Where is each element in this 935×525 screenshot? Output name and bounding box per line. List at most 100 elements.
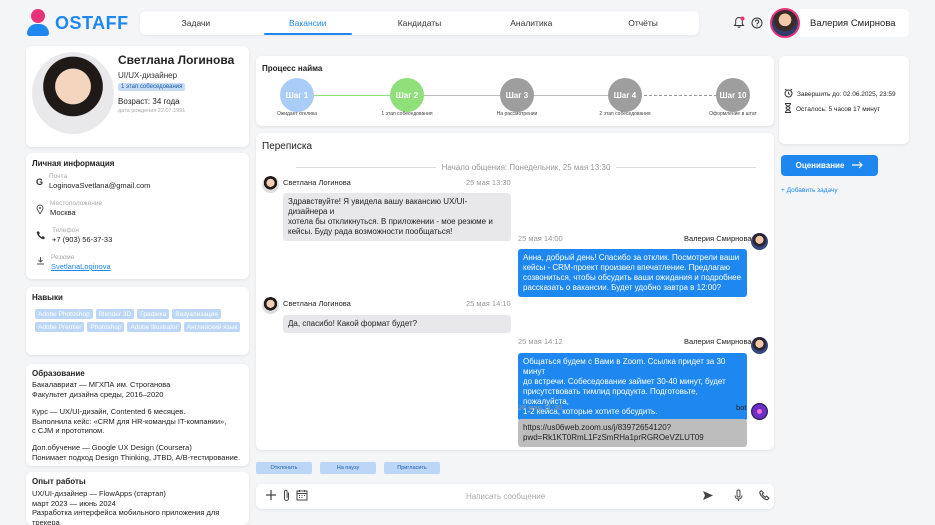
education-degree: Бакалавриат — МГХПА им. Строганова Факул… <box>32 380 171 399</box>
step-3[interactable]: Шаг 3 <box>500 78 534 112</box>
resume-link[interactable]: SvetlanaLoginova <box>51 262 111 271</box>
plus-icon: + <box>781 187 785 194</box>
sender-avatar <box>262 176 279 193</box>
candidate-photo <box>32 52 114 134</box>
bell-icon[interactable] <box>733 16 745 29</box>
education-course: Курс — UX/UI-дизайн, Contented 6 месяцев… <box>32 407 227 435</box>
arrow-right-icon <box>852 161 864 171</box>
invite-button[interactable]: Пригласить <box>384 462 440 474</box>
skill-chip: Blender 3D <box>95 309 135 319</box>
candidate-age: Возраст: 34 года <box>118 97 180 106</box>
add-task-label: Добавить задачу <box>786 187 838 194</box>
header-icons <box>733 16 763 29</box>
chat-start-text: Начало общения: Понедельник, 25 мая 13:3… <box>441 163 611 172</box>
bot-avatar <box>751 403 768 420</box>
message-sender: Валерия Смирнова <box>684 337 752 346</box>
phone-icon <box>36 230 46 244</box>
microphone-icon[interactable] <box>734 489 743 504</box>
process-line <box>534 95 610 96</box>
stage-badge: 1 этап собеседования <box>118 83 186 91</box>
candidate-card: Светлана Логинова UI/UX-дизайнер 1 этап … <box>26 46 249 147</box>
process-title: Процесс найма <box>262 64 323 73</box>
tab-vacancies[interactable]: Вакансии <box>252 11 364 35</box>
user-avatar <box>770 8 800 38</box>
education-title: Образование <box>32 369 85 378</box>
chat-card: Переписка Начало общения: Понедельник, 2… <box>256 133 774 450</box>
message-sender: Светлана Логинова <box>283 178 351 187</box>
process-line <box>644 95 720 96</box>
app-logo[interactable]: OSTAFF <box>27 9 129 37</box>
step-caption: Оформление в штат <box>709 111 757 117</box>
pause-button[interactable]: На паузу <box>320 462 376 474</box>
step-2[interactable]: Шаг 2 <box>390 78 424 112</box>
work-text: UX/UI-дизайнер — FlowApps (стартап) март… <box>32 489 220 525</box>
message-sender: Валерия Смирнова <box>684 234 752 243</box>
hourglass-icon <box>784 103 792 115</box>
alarm-clock-icon <box>784 88 793 100</box>
deadline-left: Осталось: 5 часов 17 минут <box>796 105 881 113</box>
user-menu[interactable]: Валерия Смирнова <box>768 8 909 38</box>
message-time: 25 мая 14:12 <box>518 337 563 346</box>
add-task-link[interactable]: + Добавить задачу <box>781 187 838 194</box>
reject-button[interactable]: Отклонить <box>256 462 312 474</box>
tab-candidates[interactable]: Кандидаты <box>364 11 476 35</box>
tab-reports[interactable]: Отчёты <box>587 11 699 35</box>
phone-value[interactable]: +7 (903) 56-37-33 <box>52 235 112 244</box>
logo-icon <box>27 9 51 37</box>
skill-chip: Adobe Photoshop <box>35 309 93 319</box>
message-sender: bot <box>736 403 747 412</box>
step-1[interactable]: Шаг 1 <box>280 78 314 112</box>
message-bubble: Анна, добрый день! Спасибо за отклик. По… <box>518 249 747 297</box>
location-label: Местоположение <box>50 200 103 207</box>
skill-chip: Photoshop <box>87 322 125 332</box>
skill-chip: Графика <box>137 309 170 319</box>
work-title: Опыт работы <box>32 477 86 486</box>
skill-chip: Визуализация <box>172 309 221 319</box>
message-composer: Написать сообщение <box>256 484 774 509</box>
education-card: Образование Бакалавриат — МГХПА им. Стро… <box>26 364 249 466</box>
step-10[interactable]: Шаг 10 <box>716 78 750 112</box>
message-time: 25 мая 13:30 <box>466 178 511 187</box>
step-4[interactable]: Шаг 4 <box>608 78 642 112</box>
message-time: 25 мая 14:10 <box>466 299 511 308</box>
skills-card: Навыки Adobe Photoshop Blender 3D График… <box>26 287 249 355</box>
deadline-card: Завершить до: 02.06.2025, 23:59 Осталось… <box>779 56 909 144</box>
app-name: OSTAFF <box>55 12 129 33</box>
step-caption: 2 этап собеседования <box>599 111 651 117</box>
message-time: 26 мая 11:30 <box>518 403 563 412</box>
process-line <box>424 95 500 96</box>
education-extra: Доп.обучение — Google UX Design (Courser… <box>32 443 241 462</box>
personal-info-card: Личная информация G Почта LoginovaSvetla… <box>26 153 249 279</box>
message-input[interactable]: Написать сообщение <box>466 492 545 501</box>
help-icon[interactable] <box>751 17 763 29</box>
email-value[interactable]: LoginovaSvetlana@gmail.com <box>49 181 150 190</box>
phone-call-icon[interactable] <box>759 489 770 503</box>
step-caption: 1 этап собеседования <box>381 111 433 117</box>
plus-icon[interactable] <box>265 489 277 503</box>
process-line <box>314 95 390 96</box>
evaluate-label: Оценивание <box>795 161 845 170</box>
sender-avatar <box>751 337 768 354</box>
hiring-process-card: Процесс найма Шаг 1 Шаг 2 Шаг 3 Шаг 4 Ша… <box>256 56 774 126</box>
main-nav: Задачи Вакансии Кандидаты Аналитика Отчё… <box>140 11 699 35</box>
tab-analytics[interactable]: Аналитика <box>475 11 587 35</box>
phone-label: Телефон <box>52 227 79 234</box>
step-caption: Ожидает отклика <box>276 111 317 117</box>
skill-chip: Английский язык <box>183 322 241 332</box>
google-icon: G <box>36 177 44 187</box>
location-value: Москва <box>50 208 76 217</box>
download-icon <box>36 256 45 271</box>
send-icon[interactable] <box>702 490 714 503</box>
step-caption: На рассмотрении <box>496 111 538 117</box>
tab-tasks[interactable]: Задачи <box>140 11 252 35</box>
zoom-link-bubble[interactable]: https://us06web.zoom.us/j/83972654120? p… <box>518 419 747 447</box>
personal-info-title: Личная информация <box>32 159 115 168</box>
sender-avatar <box>262 297 279 314</box>
calendar-icon[interactable] <box>296 489 308 503</box>
message-bubble: Здравствуйте! Я увидела вашу вакансию UX… <box>283 193 511 241</box>
message-sender: Светлана Логинова <box>283 299 351 308</box>
paperclip-icon[interactable] <box>282 489 291 504</box>
candidate-name: Светлана Логинова <box>118 53 235 67</box>
sender-avatar <box>751 233 768 250</box>
evaluate-button[interactable]: Оценивание <box>781 155 878 176</box>
